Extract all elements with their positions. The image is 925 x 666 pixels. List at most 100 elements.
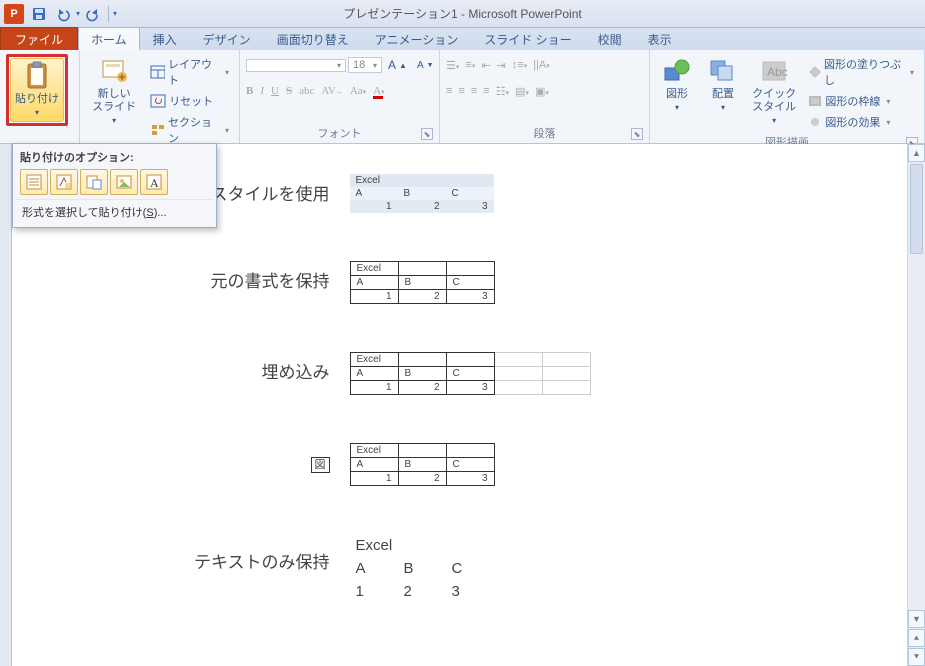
italic-button[interactable]: I: [260, 85, 264, 97]
paste-option-keep-source[interactable]: [50, 169, 78, 195]
slide-thumbnails-pane[interactable]: [0, 144, 12, 666]
paste-option-dest-theme[interactable]: [20, 169, 48, 195]
shapes-icon: [662, 56, 692, 86]
shrink-font-icon[interactable]: A▼: [413, 58, 438, 73]
undo-icon[interactable]: [52, 3, 74, 25]
ribbon: 貼り付け▾ 新しい スライド ▾ レイアウト リセット: [0, 50, 925, 144]
text-direction-button[interactable]: ||A▾: [533, 59, 550, 71]
paragraph-launcher-icon[interactable]: ⬊: [631, 128, 643, 140]
title-bar: P ▾ ▾ プレゼンテーション1 - Microsoft PowerPoint: [0, 0, 925, 28]
demo-table-picture: Excel ABC 123: [350, 443, 495, 486]
ribbon-tabs: ファイル ホーム 挿入 デザイン 画面切り替え アニメーション スライド ショー…: [0, 28, 925, 50]
group-paragraph-label: 段落⬊: [446, 123, 643, 141]
scroll-down-icon[interactable]: ▼: [908, 610, 925, 628]
arrange-icon: [708, 56, 738, 86]
svg-text:A: A: [150, 176, 159, 190]
group-paragraph: ☰▾ ≡▾ ⇤ ⇥ ↕≡▾ ||A▾ ≡ ≡ ≡ ≡ ☷▾ ▤▾ ▣▾ 段落⬊: [440, 50, 650, 143]
label-picture: 図: [100, 443, 330, 473]
paste-popup-header: 貼り付けのオプション:: [16, 147, 213, 169]
paste-button[interactable]: 貼り付け▾: [10, 58, 64, 122]
scroll-up-icon[interactable]: ▲: [908, 144, 925, 162]
tab-animations[interactable]: アニメーション: [362, 27, 472, 51]
next-slide-icon[interactable]: ⯆: [908, 648, 925, 666]
group-font: ▾ 18▾ A▲ A▼ B I U S abc AV↔ Aa▾ A▾ フォント⬊: [240, 50, 440, 143]
tab-design[interactable]: デザイン: [190, 27, 264, 51]
redo-icon[interactable]: [82, 3, 104, 25]
bold-button[interactable]: B: [246, 85, 253, 97]
example-row-embed: 埋め込み Excel ABC 123: [100, 352, 820, 395]
paste-options-popup: 貼り付けのオプション: A 形式を選択して貼り付け(S)...: [12, 143, 217, 228]
shadow-button[interactable]: abc: [299, 85, 314, 97]
label-embed: 埋め込み: [100, 352, 330, 383]
shape-fill-button[interactable]: 図形の塗りつぶし: [804, 54, 918, 90]
tab-view[interactable]: 表示: [635, 27, 685, 51]
font-family-combo[interactable]: ▾: [246, 59, 346, 72]
line-spacing-button[interactable]: ↕≡▾: [512, 59, 527, 71]
group-clipboard: 貼り付け▾: [0, 50, 80, 143]
quick-access-toolbar: ▾ ▾: [28, 3, 117, 25]
bullets-button[interactable]: ☰▾: [446, 59, 459, 72]
font-size-combo[interactable]: 18▾: [348, 57, 382, 73]
demo-table-embed: Excel ABC 123: [350, 352, 591, 395]
indent-button[interactable]: ⇥: [497, 59, 506, 72]
example-row-picture: 図 Excel ABC 123: [100, 443, 820, 486]
paste-option-text-only[interactable]: A: [140, 169, 168, 195]
quick-styles-icon: Abc: [759, 56, 789, 86]
tab-file[interactable]: ファイル: [0, 27, 78, 51]
convert-smartart-button[interactable]: ▣▾: [535, 85, 549, 98]
save-icon[interactable]: [28, 3, 50, 25]
tab-insert[interactable]: 挿入: [140, 27, 190, 51]
align-center-button[interactable]: ≡: [458, 85, 464, 97]
scroll-thumb[interactable]: [910, 164, 923, 254]
align-text-button[interactable]: ▤▾: [515, 85, 529, 98]
app-icon: P: [4, 4, 24, 24]
arrange-button[interactable]: 配置▾: [702, 54, 744, 116]
demo-table-dest-theme: Excel ABC 123: [350, 174, 494, 213]
label-text-only: テキストのみ保持: [100, 534, 330, 573]
clipboard-icon: [22, 61, 52, 91]
new-slide-button[interactable]: 新しい スライド ▾: [86, 54, 142, 130]
group-font-label: フォント⬊: [246, 123, 433, 141]
demo-table-keep-source: Excel ABC 123: [350, 261, 495, 304]
paste-label: 貼り付け▾: [15, 93, 59, 119]
window-title: プレゼンテーション1 - Microsoft PowerPoint: [0, 5, 925, 22]
numbering-button[interactable]: ≡▾: [465, 59, 475, 71]
quick-styles-button[interactable]: Abc クイック スタイル▾: [748, 54, 800, 130]
demo-text-only: Excel ABC 123: [350, 534, 494, 603]
example-row-text-only: テキストのみ保持 Excel ABC 123: [100, 534, 820, 603]
layout-button[interactable]: レイアウト: [146, 54, 233, 90]
char-spacing-button[interactable]: AV↔: [321, 85, 342, 97]
prev-slide-icon[interactable]: ⯅: [908, 629, 925, 647]
underline-button[interactable]: U: [271, 85, 279, 97]
label-keep-source: 元の書式を保持: [100, 261, 330, 292]
change-case-button[interactable]: Aa▾: [350, 85, 366, 97]
font-color-button[interactable]: A▾: [373, 85, 384, 97]
tab-home[interactable]: ホーム: [78, 27, 140, 51]
shape-effects-button[interactable]: 図形の効果: [804, 112, 918, 132]
paste-special-menu-item[interactable]: 形式を選択して貼り付け(S)...: [16, 199, 213, 224]
justify-button[interactable]: ≡: [483, 85, 489, 97]
grow-font-icon[interactable]: A▲: [384, 56, 411, 74]
outdent-button[interactable]: ⇤: [481, 59, 490, 72]
group-drawing: 図形▾ 配置▾ Abc クイック スタイル▾ 図形の塗りつぶし 図形の枠線 図形…: [650, 50, 925, 143]
tab-transitions[interactable]: 画面切り替え: [264, 27, 362, 51]
new-slide-icon: [99, 56, 129, 86]
tab-slideshow[interactable]: スライド ショー: [471, 27, 584, 51]
vertical-scrollbar[interactable]: ▲ ▼ ⯅ ⯆: [907, 144, 925, 666]
group-slides: 新しい スライド ▾ レイアウト リセット セクション スライド: [80, 50, 240, 143]
shapes-button[interactable]: 図形▾: [656, 54, 698, 116]
example-row-keep-source: 元の書式を保持 Excel ABC 123: [100, 261, 820, 304]
new-slide-label: 新しい スライド ▾: [90, 88, 138, 128]
align-left-button[interactable]: ≡: [446, 85, 452, 97]
align-right-button[interactable]: ≡: [471, 85, 477, 97]
reset-button[interactable]: リセット: [146, 91, 233, 111]
columns-button[interactable]: ☷▾: [496, 85, 509, 98]
font-launcher-icon[interactable]: ⬊: [421, 128, 433, 140]
paste-button-highlight: 貼り付け▾: [6, 54, 68, 126]
paste-option-embed[interactable]: [80, 169, 108, 195]
svg-text:Abc: Abc: [767, 65, 788, 79]
shape-outline-button[interactable]: 図形の枠線: [804, 91, 918, 111]
paste-option-picture[interactable]: [110, 169, 138, 195]
tab-review[interactable]: 校閲: [585, 27, 635, 51]
strike-button[interactable]: S: [286, 85, 292, 97]
